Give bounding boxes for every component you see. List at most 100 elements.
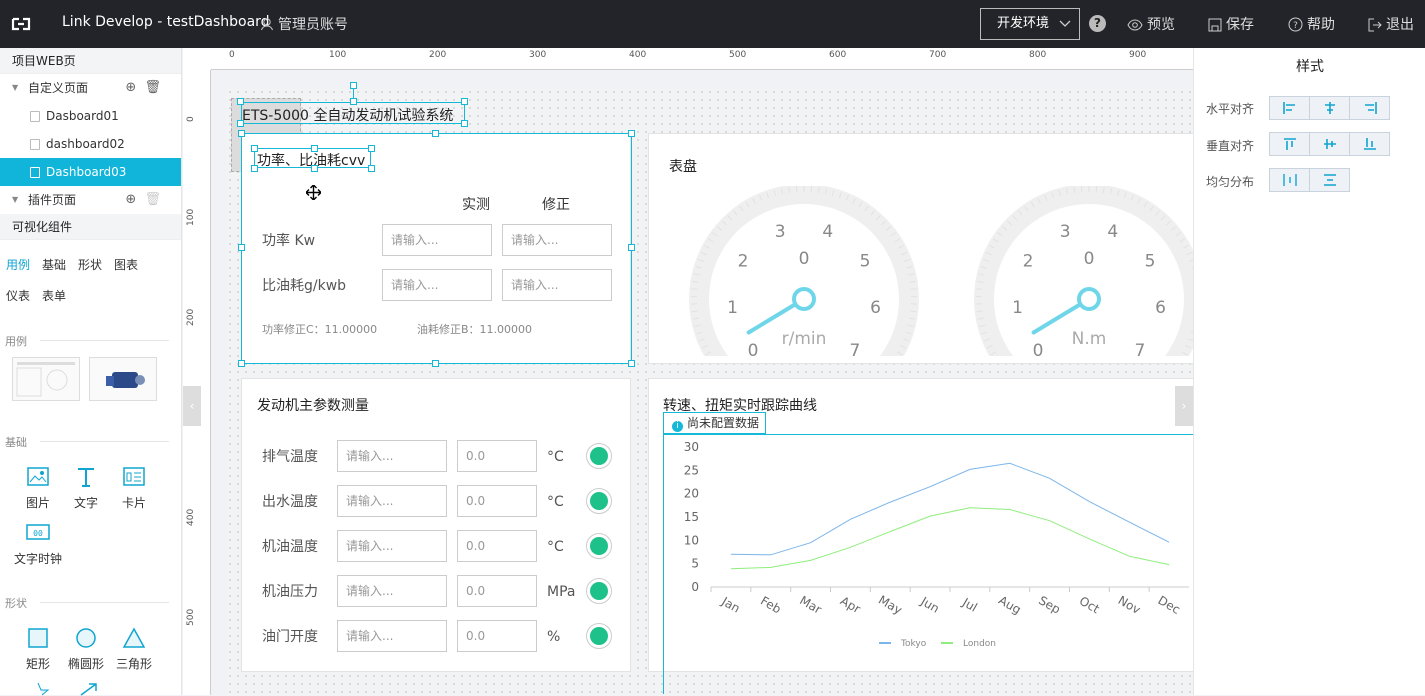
- help-icon: ?: [1288, 17, 1303, 32]
- tab-examples[interactable]: 用例: [6, 250, 30, 281]
- page-item-dasboard01[interactable]: Dasboard01: [0, 102, 181, 130]
- project-web-pages-header: 项目WEB页: [0, 48, 181, 74]
- resize-handle[interactable]: [628, 244, 635, 251]
- no-data-badge: i尚未配置数据: [663, 412, 766, 434]
- arrow-icon[interactable]: [78, 682, 100, 696]
- resize-handle[interactable]: [628, 360, 635, 367]
- top-bar: Link Develop - testDashboard 管理员账号 开发环境 …: [0, 0, 1425, 48]
- gauge-card[interactable]: 表盘 012345670r/min 012345670N.m: [648, 133, 1193, 364]
- star-icon[interactable]: [26, 682, 50, 696]
- preview-button[interactable]: 预览: [1127, 14, 1175, 34]
- align-right-icon: [1363, 102, 1377, 114]
- resize-handle[interactable]: [251, 165, 258, 172]
- example-thumbnail-dashboard[interactable]: [12, 357, 80, 401]
- component-text[interactable]: 文字: [62, 466, 110, 511]
- component-card[interactable]: 卡片: [110, 466, 158, 511]
- resize-handle[interactable]: [238, 130, 245, 137]
- tab-charts[interactable]: 图表: [114, 250, 138, 281]
- example-thumbnail-engine[interactable]: [89, 357, 157, 401]
- account-menu[interactable]: 管理员账号: [260, 14, 348, 34]
- resize-handle[interactable]: [628, 130, 635, 137]
- x-tick-label: Nov: [1116, 593, 1143, 617]
- distribute-horizontal-button[interactable]: [1269, 168, 1310, 192]
- y-tick-label: 10: [684, 533, 699, 547]
- custom-pages-group[interactable]: ▼ 自定义页面 ⊕ 🗑: [0, 74, 181, 102]
- param-input[interactable]: 请输入...: [337, 575, 447, 607]
- svg-text:00: 00: [33, 529, 43, 538]
- ruler-tick: 900: [1129, 50, 1146, 60]
- resize-handle[interactable]: [251, 145, 258, 152]
- component-rectangle[interactable]: 矩形: [14, 627, 62, 672]
- caret-down-icon[interactable]: ▼: [12, 186, 18, 214]
- exit-button[interactable]: 退出: [1368, 14, 1414, 34]
- save-button[interactable]: 保存: [1208, 14, 1254, 34]
- gauge-tick-label: 6: [870, 298, 881, 318]
- component-image[interactable]: 图片: [14, 466, 62, 511]
- gauge-card-title: 表盘: [669, 156, 697, 176]
- resize-handle[interactable]: [432, 360, 439, 367]
- app-logo-icon[interactable]: [10, 13, 32, 35]
- align-middle-button[interactable]: [1309, 132, 1350, 156]
- help-button[interactable]: ?帮助: [1288, 14, 1335, 34]
- param-value[interactable]: 0.0: [457, 575, 537, 607]
- component-triangle[interactable]: 三角形: [110, 627, 158, 672]
- v-align-label: 垂直对齐: [1206, 137, 1254, 154]
- resize-handle[interactable]: [461, 98, 468, 105]
- collapse-right-button[interactable]: ›: [1175, 386, 1193, 426]
- param-value[interactable]: 0.0: [457, 530, 537, 562]
- resize-handle[interactable]: [350, 98, 357, 105]
- align-right-button[interactable]: [1349, 96, 1390, 120]
- resize-handle[interactable]: [368, 165, 375, 172]
- resize-handle[interactable]: [238, 360, 245, 367]
- page-item-dashboard02[interactable]: dashboard02: [0, 130, 181, 158]
- tab-gauges[interactable]: 仪表: [6, 281, 30, 312]
- tab-basic[interactable]: 基础: [42, 250, 66, 281]
- resize-handle[interactable]: [368, 145, 375, 152]
- distribute-vertical-button[interactable]: [1309, 168, 1350, 192]
- trash-icon[interactable]: 🗑: [144, 80, 161, 95]
- tracking-chart-card[interactable]: 转速、扭矩实时跟踪曲线 i尚未配置数据 051015202530JanFebMa…: [648, 378, 1193, 672]
- tab-shapes[interactable]: 形状: [78, 250, 102, 281]
- add-circle-icon[interactable]: ⊕: [125, 80, 136, 95]
- param-input[interactable]: 请输入...: [337, 530, 447, 562]
- param-value[interactable]: 0.0: [457, 620, 537, 652]
- tab-forms[interactable]: 表单: [42, 281, 66, 312]
- question-icon[interactable]: ?: [1089, 15, 1106, 32]
- env-select[interactable]: 开发环境: [980, 8, 1080, 40]
- gauge-value: 0: [799, 249, 810, 269]
- page-item-dashboard03[interactable]: Dashboard03: [0, 158, 181, 186]
- resize-handle[interactable]: [432, 130, 439, 137]
- gauge-tick-label: 5: [860, 252, 871, 272]
- component-text-clock[interactable]: 00 文字时钟: [10, 522, 66, 567]
- rotate-handle[interactable]: [350, 82, 357, 89]
- component-ellipse[interactable]: 椭圆形: [62, 627, 110, 672]
- collapse-left-button[interactable]: ‹: [183, 386, 201, 426]
- add-circle-icon[interactable]: ⊕: [125, 192, 136, 207]
- dashboard-page[interactable]: ETS-5000 全自动发动机试验系统 实测 修正 功率 Kw 请输入... 请…: [226, 88, 1193, 695]
- x-tick-label: Aug: [996, 593, 1023, 617]
- param-value[interactable]: 0.0: [457, 485, 537, 517]
- resize-handle[interactable]: [461, 120, 468, 127]
- plugin-pages-group[interactable]: ▼ 插件页面 ⊕ 🗑: [0, 186, 181, 214]
- engine-params-card[interactable]: 发动机主参数测量 排气温度 请输入... 0.0 °C 出水温度 请输入... …: [241, 378, 631, 672]
- param-input[interactable]: 请输入...: [337, 620, 447, 652]
- design-canvas[interactable]: 0 100 200 300 400 500 600 700 800 900 0 …: [183, 48, 1193, 695]
- align-left-button[interactable]: [1269, 96, 1310, 120]
- param-row: 机油温度 请输入... 0.0 °C: [242, 530, 632, 562]
- resize-handle[interactable]: [238, 244, 245, 251]
- resize-handle[interactable]: [237, 98, 244, 105]
- header-text-element[interactable]: ETS-5000 全自动发动机试验系统: [241, 102, 465, 124]
- v-align-group: [1269, 132, 1389, 156]
- resize-handle[interactable]: [237, 120, 244, 127]
- param-value[interactable]: 0.0: [457, 440, 537, 472]
- trash-icon[interactable]: 🗑: [144, 192, 161, 207]
- x-tick-label: Jul: [959, 595, 979, 615]
- param-input[interactable]: 请输入...: [337, 485, 447, 517]
- align-center-button[interactable]: [1309, 96, 1350, 120]
- resize-handle[interactable]: [311, 165, 318, 172]
- resize-handle[interactable]: [311, 145, 318, 152]
- param-input[interactable]: 请输入...: [337, 440, 447, 472]
- align-top-button[interactable]: [1269, 132, 1310, 156]
- align-bottom-button[interactable]: [1349, 132, 1390, 156]
- caret-down-icon[interactable]: ▼: [12, 74, 18, 102]
